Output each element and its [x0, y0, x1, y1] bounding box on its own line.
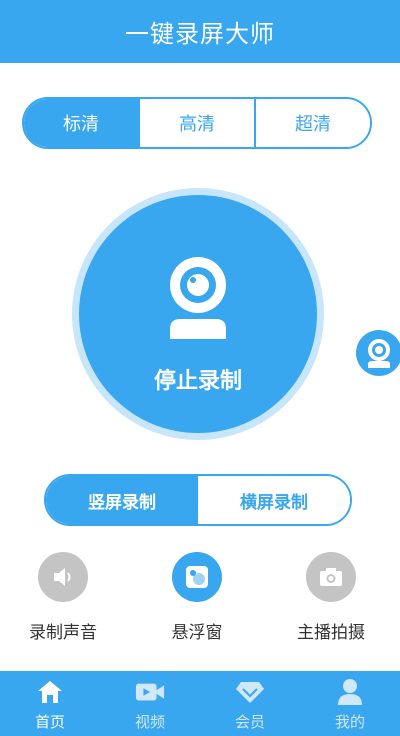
nav-label: 首页	[34, 713, 65, 731]
speaker-icon	[38, 552, 88, 602]
diamond-icon	[235, 677, 265, 707]
webcam-icon	[368, 339, 390, 368]
camera-icon	[306, 552, 356, 602]
streamer-camera-tool[interactable]: 主播拍摄	[276, 552, 386, 643]
nav-label: 会员	[234, 713, 265, 731]
quality-option-standard[interactable]: 标清	[24, 99, 138, 147]
nav-label: 我的	[334, 713, 365, 731]
tool-label: 悬浮窗	[171, 623, 223, 643]
tool-label: 主播拍摄	[297, 623, 365, 643]
stop-record-button[interactable]: 停止录制	[79, 195, 317, 433]
title-bar: 一键录屏大师	[0, 0, 400, 63]
quality-option-high[interactable]: 高清	[138, 99, 254, 147]
home-icon	[35, 677, 65, 707]
tool-label: 录制声音	[29, 623, 97, 643]
orientation-selector: 竖屏录制 横屏录制	[44, 474, 352, 526]
floating-window-tool[interactable]: 悬浮窗	[142, 552, 252, 643]
person-icon	[335, 677, 365, 707]
tool-row: 录制声音 悬浮窗 主播拍摄	[0, 552, 400, 643]
video-icon	[135, 677, 165, 707]
floating-window-icon	[172, 552, 222, 602]
record-sound-tool[interactable]: 录制声音	[8, 552, 118, 643]
nav-video[interactable]: 视频	[100, 671, 200, 736]
quality-option-ultra[interactable]: 超清	[254, 99, 370, 147]
record-button-ring: 停止录制	[72, 188, 324, 440]
landscape-record-option[interactable]: 横屏录制	[198, 476, 350, 524]
nav-mine[interactable]: 我的	[300, 671, 400, 736]
floating-camera-button[interactable]	[356, 330, 400, 376]
record-label: 停止录制	[153, 369, 242, 394]
portrait-record-option[interactable]: 竖屏录制	[46, 476, 198, 524]
nav-home[interactable]: 首页	[0, 671, 100, 736]
nav-vip[interactable]: 会员	[200, 671, 300, 736]
nav-label: 视频	[134, 713, 165, 731]
webcam-icon	[170, 257, 226, 339]
bottom-nav: 首页 视频 会员 我的	[0, 671, 400, 736]
app-title: 一键录屏大师	[125, 20, 275, 48]
quality-selector: 标清 高清 超清	[22, 97, 372, 149]
